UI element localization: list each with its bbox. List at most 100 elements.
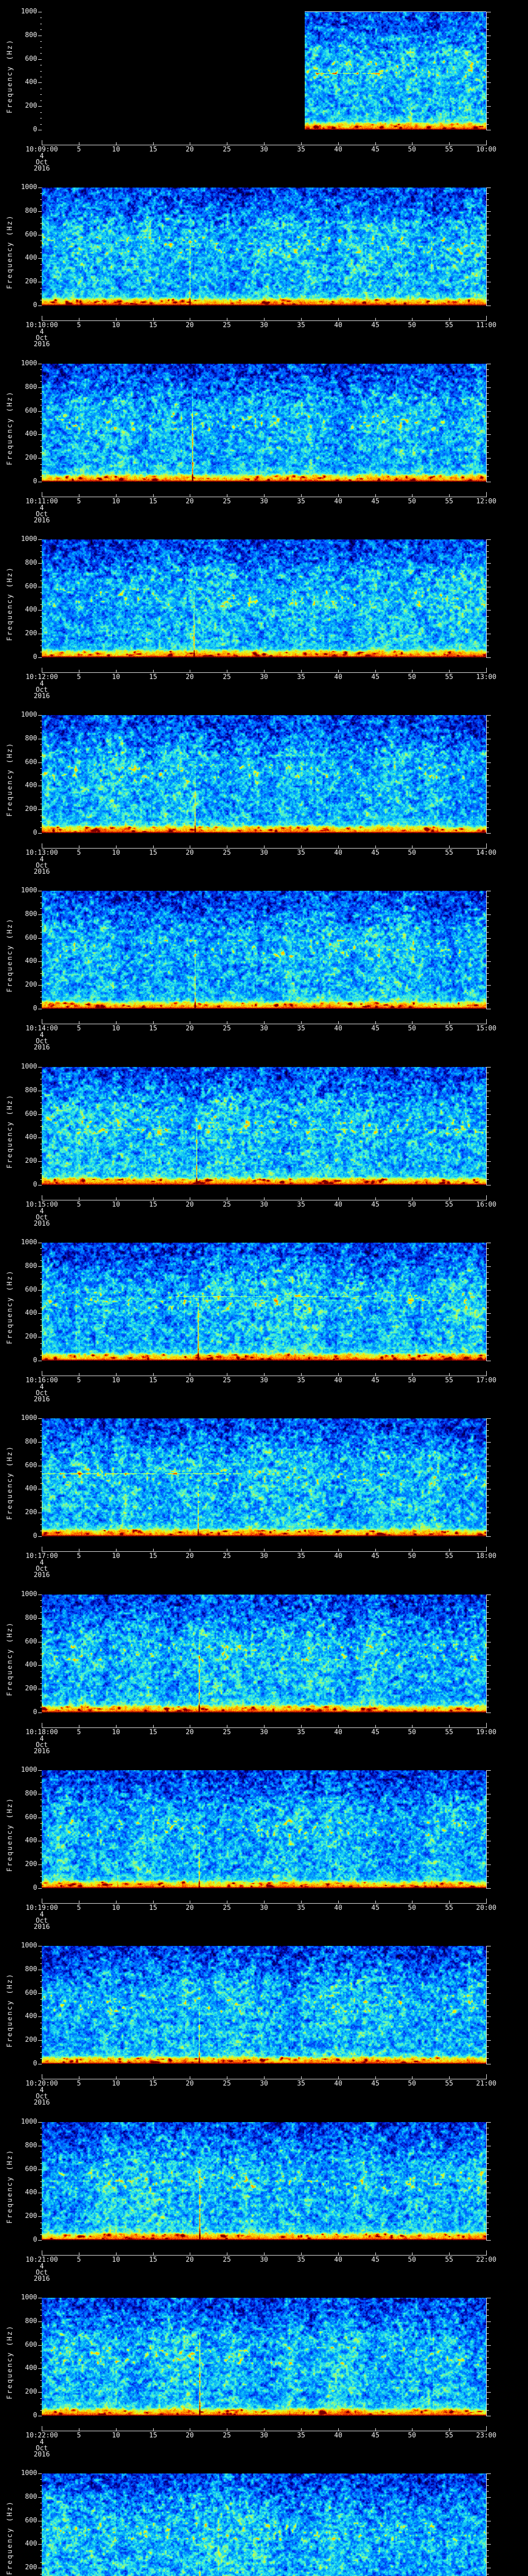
time-tick-label: 45 [371,2080,380,2088]
y-axis-title: Frequency (Hz) [6,2500,14,2575]
y-tick-label: 800 [25,31,37,39]
time-tick-label: 20 [186,673,194,681]
y-tick-label: 200 [25,1157,37,1165]
time-tick-label: 45 [371,2256,380,2264]
y-minor-tick-right [487,979,489,980]
time-tick-label: 45 [371,146,380,154]
y-minor-tick-right [487,2357,489,2358]
y-minor-tick-right [487,950,489,951]
y-major-tick [38,2345,42,2346]
time-tick [301,1725,302,1727]
y-major-tick [38,961,42,962]
time-tick-label: 30 [260,1201,268,1209]
time-tick [375,142,376,145]
time-tick [116,1021,117,1024]
plot-right-border [486,1243,487,1361]
y-minor-tick-right [487,1430,489,1431]
time-tick [338,2428,339,2431]
y-tick-label: 600 [25,2165,37,2173]
time-tick-label: 10 [112,2256,120,2264]
y-minor-tick-right [487,199,489,200]
time-tick-label: 40 [334,498,342,505]
time-tick-label: 40 [334,1201,342,1209]
time-tick [375,318,376,320]
y-major-tick [38,610,42,611]
y-major-tick-right [487,1442,491,1443]
y-major-tick-right [487,434,491,435]
y-minor-tick-right [487,112,489,113]
plot-right-border [486,1946,487,2064]
time-tick-label: 15 [149,321,157,329]
y-major-tick [38,2497,42,2498]
axis-end-time-label: 21:00 [476,2080,497,2088]
y-tick-label: 1000 [21,8,37,15]
y-minor-tick-right [487,2303,489,2304]
y-minor-tick-right [487,2386,489,2387]
y-major-tick-right [487,1313,491,1314]
y-axis-title: Frequency (Hz) [6,2324,14,2399]
time-tick-label: 5 [77,146,81,154]
y-major-tick-right [487,387,491,388]
y-major-tick [38,1536,42,1537]
time-tick-label: 15 [149,1201,157,1209]
y-minor-tick-right [487,1331,489,1332]
y-minor-tick-right [487,2562,489,2563]
y-minor-tick-right [487,756,489,757]
y-minor-tick [40,47,42,48]
axis-end-time-label: 10:00 [476,146,497,154]
y-minor-tick-right [487,29,489,30]
time-tick [264,2428,265,2431]
time-tick [375,1021,376,1024]
time-tick-label: 5 [77,498,81,505]
y-minor-tick-right [487,1084,489,1085]
axis-end-time-label: 12:00 [476,498,497,505]
time-tick [449,670,450,672]
y-major-tick-right [487,762,491,763]
time-axis-line [42,1903,487,1904]
time-tick-label: 20 [186,1552,194,1560]
time-tick [301,1901,302,1903]
y-minor-tick-right [487,2151,489,2152]
time-tick [338,318,339,320]
plot-right-border [486,188,487,306]
axis-end-time-label: 23:00 [476,2432,497,2439]
y-tick-label: 600 [25,583,37,590]
y-tick-label: 800 [25,910,37,918]
y-major-tick [38,434,42,435]
y-minor-tick-right [487,1319,489,1320]
time-tick-label: 25 [223,2432,231,2439]
time-tick [116,1901,117,1903]
y-minor-tick-right [487,1963,489,1964]
time-tick-label: 15 [149,673,157,681]
time-tick-label: 15 [149,2080,157,2088]
y-tick-label: 800 [25,1790,37,1798]
time-tick-label: 55 [445,321,453,329]
y-minor-tick-right [487,252,489,253]
time-tick-label: 55 [445,146,453,154]
time-tick [486,1899,487,1903]
y-major-tick [38,1418,42,1419]
y-minor-tick-right [487,1471,489,1472]
y-minor-tick-right [487,2163,489,2164]
y-minor-tick-right [487,2410,489,2411]
axis-date-label: 2016 [34,692,50,700]
y-tick-label: 800 [25,735,37,742]
time-tick [116,2428,117,2431]
time-tick [301,1549,302,1551]
y-tick-label: 400 [25,1837,37,1844]
y-minor-tick-right [487,821,489,822]
time-tick-label: 55 [445,1377,453,1384]
time-tick-label: 15 [149,1025,157,1032]
y-major-tick [38,2122,42,2123]
spectrogram-panel: Frequency (Hz) 1000 800 600 400 200 0 5 10 15 20 25… [0,528,528,704]
time-tick [375,1197,376,1200]
y-tick-label: 200 [25,1333,37,1341]
time-tick-label: 20 [186,1904,194,1912]
y-minor-tick-right [487,276,489,277]
time-tick [338,494,339,497]
y-minor-tick-right [487,1495,489,1496]
plot-right-border [486,539,487,658]
time-tick-label: 15 [149,2256,157,2264]
y-tick-label: 200 [25,1685,37,1692]
y-major-tick-right [487,1418,491,1419]
